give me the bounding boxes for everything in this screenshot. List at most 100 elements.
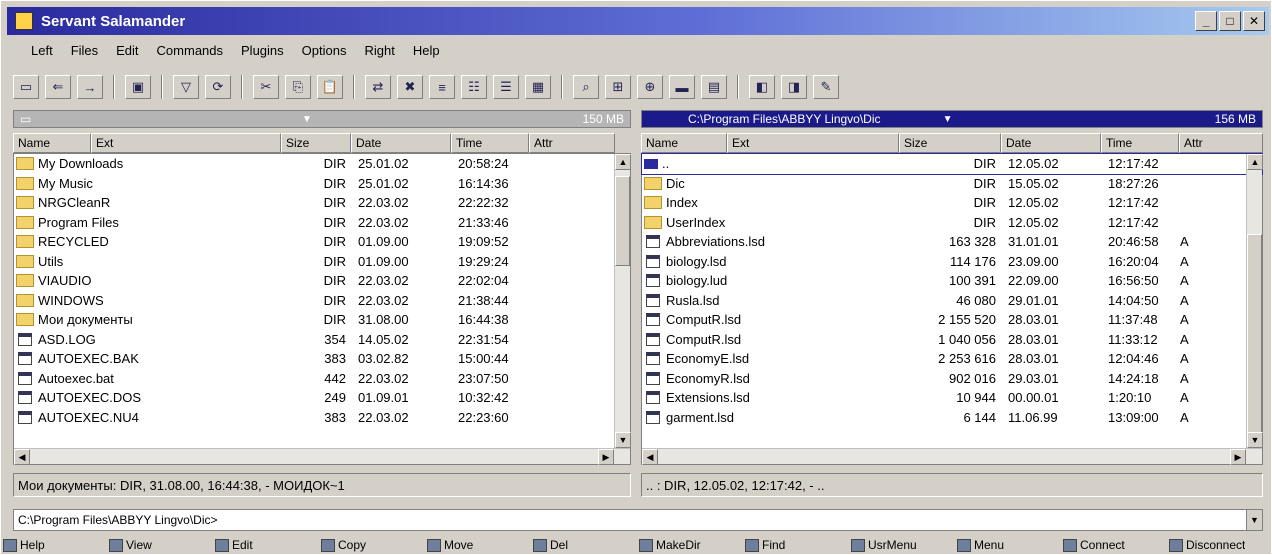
- fkey-8-button[interactable]: Find: [745, 535, 847, 555]
- file-row[interactable]: Extensions.lsd 10 944 00.00.01 1:20:10 A: [642, 388, 1262, 408]
- chevron-down-icon[interactable]: ▼: [1246, 510, 1262, 530]
- file-row[interactable]: RECYCLED DIR 01.09.00 19:09:52: [14, 232, 630, 252]
- filter-icon[interactable]: ▽: [173, 75, 199, 99]
- scroll-left-arrow[interactable]: ◀: [642, 449, 658, 465]
- command-shell-icon[interactable]: ▬: [669, 75, 695, 99]
- file-row[interactable]: NRGCleanR DIR 22.03.02 22:22:32: [14, 193, 630, 213]
- vertical-scrollbar[interactable]: ▲ ▼: [614, 154, 631, 448]
- drive-menu-icon[interactable]: ▣: [125, 75, 151, 99]
- scroll-right-arrow[interactable]: ▶: [1230, 449, 1246, 465]
- chevron-down-icon[interactable]: ▼: [300, 114, 314, 125]
- file-row[interactable]: biology.lsd 114 176 23.09.00 16:20:04 A: [642, 252, 1262, 272]
- file-row[interactable]: .. DIR 12.05.02 12:17:42: [641, 153, 1263, 175]
- file-row[interactable]: My Downloads DIR 25.01.02 20:58:24: [14, 154, 630, 174]
- file-row[interactable]: VIAUDIO DIR 22.03.02 22:02:04: [14, 271, 630, 291]
- scroll-thumb[interactable]: [1247, 234, 1262, 434]
- scroll-left-arrow[interactable]: ◀: [14, 449, 30, 465]
- file-row[interactable]: My Music DIR 25.01.02 16:14:36: [14, 174, 630, 194]
- copy-icon[interactable]: ⎘: [285, 75, 311, 99]
- file-row[interactable]: WINDOWS DIR 22.03.02 21:38:44: [14, 291, 630, 311]
- fkey-5-button[interactable]: Move: [427, 535, 529, 555]
- fkey-10-button[interactable]: Menu: [957, 535, 1059, 555]
- right-panel-icon[interactable]: ◨: [781, 75, 807, 99]
- col-size[interactable]: Size: [899, 133, 1001, 153]
- file-row[interactable]: ASD.LOG 354 14.05.02 22:31:54: [14, 330, 630, 350]
- brief-view-icon[interactable]: ☰: [493, 75, 519, 99]
- col-time[interactable]: Time: [1101, 133, 1179, 153]
- menu-options[interactable]: Options: [302, 43, 347, 63]
- file-row[interactable]: UserIndex DIR 12.05.02 12:17:42: [642, 213, 1262, 233]
- file-row[interactable]: ComputR.lsd 1 040 056 28.03.01 11:33:12 A: [642, 330, 1262, 350]
- col-name[interactable]: Name: [13, 133, 91, 153]
- menu-edit[interactable]: Edit: [116, 43, 138, 63]
- fkey-12-button[interactable]: Disconnect: [1169, 535, 1271, 555]
- file-row[interactable]: AUTOEXEC.DOS 249 01.09.01 10:32:42: [14, 388, 630, 408]
- close-button[interactable]: ✕: [1243, 11, 1265, 31]
- file-row[interactable]: AUTOEXEC.NU4 383 22.03.02 22:23:60: [14, 408, 630, 428]
- fkey-4-button[interactable]: Copy: [321, 535, 423, 555]
- horizontal-scrollbar[interactable]: ◀ ▶: [14, 448, 630, 465]
- col-attr[interactable]: Attr: [1179, 133, 1263, 153]
- right-panel[interactable]: C:\Program Files\ABBYY Lingvo\Dic ▼ 156 …: [641, 109, 1263, 503]
- col-size[interactable]: Size: [281, 133, 351, 153]
- configuration-icon[interactable]: ✎: [813, 75, 839, 99]
- left-path-combo[interactable]: ▭ ▼ 150 MB: [13, 110, 631, 128]
- properties-icon[interactable]: ≡: [429, 75, 455, 99]
- menu-commands[interactable]: Commands: [157, 43, 223, 63]
- change-drive-icon[interactable]: ▭: [13, 75, 39, 99]
- col-date[interactable]: Date: [351, 133, 451, 153]
- maximize-button[interactable]: □: [1219, 11, 1241, 31]
- cut-icon[interactable]: ✂: [253, 75, 279, 99]
- paste-icon[interactable]: 📋: [317, 75, 343, 99]
- menu-plugins[interactable]: Plugins: [241, 43, 284, 63]
- fkey-2-button[interactable]: View: [109, 535, 211, 555]
- scroll-up-arrow[interactable]: ▲: [615, 154, 631, 170]
- file-row[interactable]: biology.lud 100 391 22.09.00 16:56:50 A: [642, 271, 1262, 291]
- col-time[interactable]: Time: [451, 133, 529, 153]
- horizontal-scrollbar[interactable]: ◀ ▶: [642, 448, 1262, 465]
- file-row[interactable]: Abbreviations.lsd 163 328 31.01.01 20:46:58…: [642, 232, 1262, 252]
- command-line[interactable]: C:\Program Files\ABBYY Lingvo\Dic> ▼: [13, 509, 1263, 531]
- vertical-scrollbar[interactable]: ▲ ▼: [1246, 154, 1263, 448]
- refresh-icon[interactable]: ⟳: [205, 75, 231, 99]
- forward-icon[interactable]: →: [77, 75, 103, 99]
- icons-view-icon[interactable]: ▦: [525, 75, 551, 99]
- file-row[interactable]: ComputR.lsd 2 155 520 28.03.01 11:37:48 A: [642, 310, 1262, 330]
- col-ext[interactable]: Ext: [727, 133, 899, 153]
- file-row[interactable]: Мои документы DIR 31.08.00 16:44:38: [14, 310, 630, 330]
- folder-tree-icon[interactable]: ⊞: [605, 75, 631, 99]
- col-name[interactable]: Name: [641, 133, 727, 153]
- fkey-11-button[interactable]: Connect: [1063, 535, 1165, 555]
- file-row[interactable]: Index DIR 12.05.02 12:17:42: [642, 193, 1262, 213]
- file-row[interactable]: EconomyR.lsd 902 016 29.03.01 14:24:18 A: [642, 369, 1262, 389]
- delete-icon[interactable]: ✖: [397, 75, 423, 99]
- binoculars-icon[interactable]: ⌕: [573, 75, 599, 99]
- left-file-list[interactable]: My Downloads DIR 25.01.02 20:58:24 My Music D…: [13, 153, 631, 465]
- view-mode-icon[interactable]: ▤: [701, 75, 727, 99]
- network-icon[interactable]: ⊕: [637, 75, 663, 99]
- fkey-3-button[interactable]: Edit: [215, 535, 317, 555]
- file-row[interactable]: Dic DIR 15.05.02 18:27:26: [642, 174, 1262, 194]
- file-row[interactable]: Autoexec.bat 442 22.03.02 23:07:50: [14, 369, 630, 389]
- fkey-1-button[interactable]: Help: [3, 535, 105, 555]
- right-file-list[interactable]: .. DIR 12.05.02 12:17:42 Dic DIR 15.05.02 18:27…: [641, 153, 1263, 465]
- menu-help[interactable]: Help: [413, 43, 440, 63]
- file-row[interactable]: garment.lsd 6 144 11.06.99 13:09:00 A: [642, 408, 1262, 428]
- right-path-combo[interactable]: C:\Program Files\ABBYY Lingvo\Dic ▼ 156 …: [641, 110, 1263, 128]
- col-attr[interactable]: Attr: [529, 133, 615, 153]
- menu-files[interactable]: Files: [71, 43, 98, 63]
- scroll-thumb[interactable]: [615, 176, 630, 266]
- chevron-down-icon[interactable]: ▼: [941, 114, 955, 125]
- file-row[interactable]: Program Files DIR 22.03.02 21:33:46: [14, 213, 630, 233]
- scroll-down-arrow[interactable]: ▼: [1247, 432, 1263, 448]
- file-row[interactable]: AUTOEXEC.BAK 383 03.02.82 15:00:44: [14, 349, 630, 369]
- minimize-button[interactable]: _: [1195, 11, 1217, 31]
- fkey-7-button[interactable]: MakeDir: [639, 535, 741, 555]
- col-date[interactable]: Date: [1001, 133, 1101, 153]
- file-row[interactable]: Utils DIR 01.09.00 19:29:24: [14, 252, 630, 272]
- left-panel-icon[interactable]: ◧: [749, 75, 775, 99]
- file-row[interactable]: Rusla.lsd 46 080 29.01.01 14:04:50 A: [642, 291, 1262, 311]
- title-bar[interactable]: Servant Salamander _ □ ✕: [7, 7, 1269, 35]
- back-icon[interactable]: ⇐: [45, 75, 71, 99]
- menu-right[interactable]: Right: [364, 43, 394, 63]
